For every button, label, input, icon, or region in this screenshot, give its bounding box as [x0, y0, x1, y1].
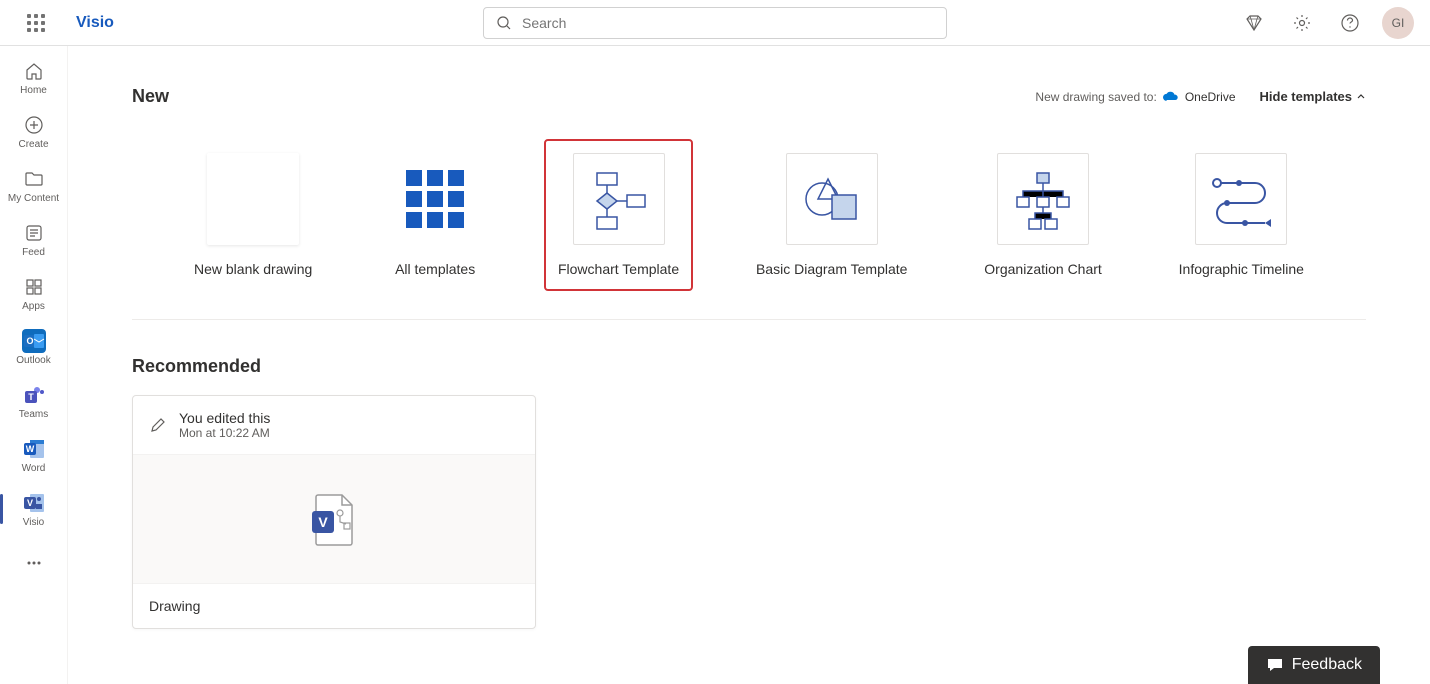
app-name-label[interactable]: Visio [76, 14, 114, 32]
home-icon [22, 59, 46, 83]
search-input[interactable] [522, 15, 934, 31]
teams-icon: T [22, 383, 46, 407]
rec-action-text: You edited this [179, 410, 270, 426]
top-header: Visio [0, 0, 1430, 46]
feedback-button[interactable]: Feedback [1248, 646, 1380, 684]
recommended-title: Recommended [132, 356, 1366, 377]
feed-icon [22, 221, 46, 245]
rail-label: Create [18, 139, 48, 150]
rail-item-outlook[interactable]: O Outlook [0, 320, 68, 374]
save-location-info: New drawing saved to: OneDrive [1035, 90, 1235, 104]
pencil-icon [149, 416, 167, 434]
rail-label: Feed [22, 247, 45, 258]
word-icon: W [22, 437, 46, 461]
rec-file-name: Drawing [133, 584, 535, 628]
rec-time-text: Mon at 10:22 AM [179, 426, 270, 440]
rail-item-feed[interactable]: Feed [0, 212, 68, 266]
apps-icon [22, 275, 46, 299]
visio-icon: V [22, 491, 46, 515]
template-thumb-flowchart [573, 153, 665, 245]
template-thumb-all [389, 153, 481, 245]
save-label: New drawing saved to: [1035, 90, 1156, 104]
create-icon [22, 113, 46, 137]
rail-label: Teams [19, 409, 48, 420]
app-launcher-button[interactable] [16, 3, 56, 43]
question-icon [1340, 13, 1360, 33]
template-label: New blank drawing [194, 261, 312, 277]
settings-button[interactable] [1286, 7, 1318, 39]
save-location-name: OneDrive [1185, 90, 1236, 104]
rail-label: My Content [8, 193, 59, 204]
avatar[interactable]: GI [1382, 7, 1414, 39]
rail-item-visio[interactable]: V Visio [0, 482, 68, 536]
template-all[interactable]: All templates [375, 139, 495, 291]
template-thumb-basic [786, 153, 878, 245]
template-basic-diagram[interactable]: Basic Diagram Template [742, 139, 921, 291]
rail-item-create[interactable]: Create [0, 104, 68, 158]
template-label: All templates [395, 261, 475, 277]
rail-item-teams[interactable]: T Teams [0, 374, 68, 428]
template-thumb-timeline [1195, 153, 1287, 245]
svg-text:T: T [28, 392, 34, 402]
svg-text:V: V [26, 498, 32, 508]
left-nav-rail: Home Create My Content Feed Apps O Outlo… [0, 46, 68, 684]
folder-icon [22, 167, 46, 191]
more-icon [22, 551, 46, 575]
rail-item-word[interactable]: W Word [0, 428, 68, 482]
outlook-icon: O [22, 329, 46, 353]
recommended-card[interactable]: You edited this Mon at 10:22 AM V Drawin… [132, 395, 536, 629]
hide-templates-button[interactable]: Hide templates [1260, 89, 1366, 104]
template-label: Infographic Timeline [1179, 261, 1304, 277]
chevron-up-icon [1356, 92, 1366, 102]
rail-label: Outlook [16, 355, 50, 366]
svg-text:O: O [26, 336, 33, 346]
template-org-chart[interactable]: Organization Chart [970, 139, 1116, 291]
rail-label: Visio [23, 517, 45, 528]
main-content: New New drawing saved to: OneDrive Hide … [68, 46, 1430, 684]
search-box[interactable] [483, 7, 947, 39]
hide-templates-label: Hide templates [1260, 89, 1352, 104]
template-label: Flowchart Template [558, 261, 679, 277]
diamond-premium-button[interactable] [1238, 7, 1270, 39]
rail-label: Home [20, 85, 47, 96]
templates-row: New blank drawing All templates [132, 139, 1366, 320]
speech-bubble-icon [1266, 656, 1284, 674]
help-button[interactable] [1334, 7, 1366, 39]
rail-item-home[interactable]: Home [0, 50, 68, 104]
gear-icon [1292, 13, 1312, 33]
template-thumb-org [997, 153, 1089, 245]
onedrive-icon [1163, 91, 1179, 102]
rail-label: Word [22, 463, 46, 474]
template-label: Basic Diagram Template [756, 261, 907, 277]
template-flowchart[interactable]: Flowchart Template [544, 139, 693, 291]
search-icon [496, 15, 512, 31]
template-thumb-blank [207, 153, 299, 245]
rail-item-more[interactable] [0, 536, 68, 590]
diamond-icon [1244, 13, 1264, 33]
feedback-label: Feedback [1292, 656, 1362, 674]
waffle-icon [27, 14, 45, 32]
new-section-title: New [132, 86, 169, 107]
rail-item-apps[interactable]: Apps [0, 266, 68, 320]
template-timeline[interactable]: Infographic Timeline [1165, 139, 1318, 291]
rec-card-header: You edited this Mon at 10:22 AM [133, 396, 535, 454]
visio-file-icon: V [306, 491, 362, 547]
rec-card-preview: V [133, 454, 535, 584]
rail-item-mycontent[interactable]: My Content [0, 158, 68, 212]
svg-text:V: V [318, 514, 328, 530]
svg-text:W: W [25, 444, 34, 454]
template-blank[interactable]: New blank drawing [180, 139, 326, 291]
template-label: Organization Chart [984, 261, 1102, 277]
rail-label: Apps [22, 301, 45, 312]
